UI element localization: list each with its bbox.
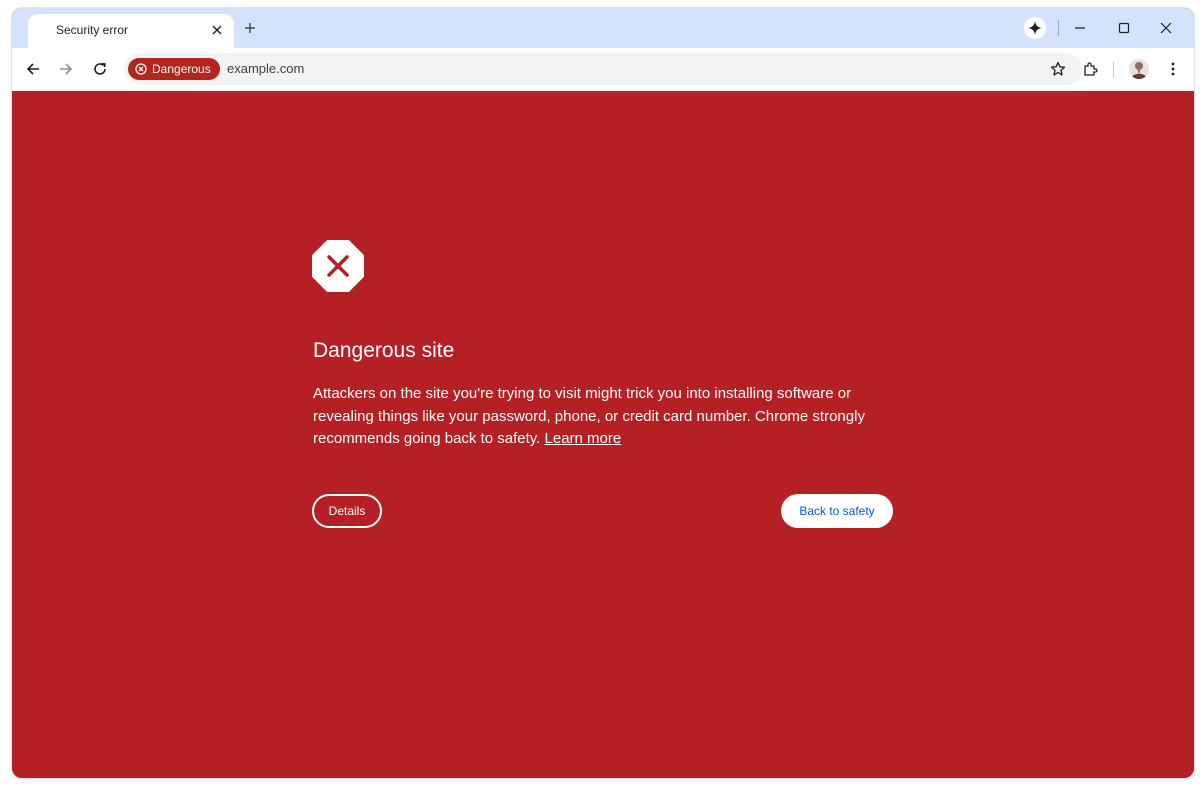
address-bar[interactable]: Dangerous example.com — [124, 53, 1082, 85]
minimize-icon — [1075, 27, 1085, 29]
danger-octagon-icon — [312, 240, 364, 292]
back-button[interactable] — [22, 58, 44, 80]
close-icon[interactable] — [208, 21, 226, 39]
error-circle-icon — [135, 63, 147, 75]
close-window-button[interactable] — [1156, 18, 1176, 38]
maximize-icon — [1118, 22, 1130, 34]
reload-icon — [94, 62, 106, 75]
browser-window: Security error Dangerous example.com Dan… — [12, 8, 1194, 778]
new-tab-button[interactable] — [240, 18, 260, 38]
more-vert-icon — [1171, 62, 1175, 76]
tab-strip: Security error — [12, 8, 1194, 48]
forward-button[interactable] — [55, 58, 77, 80]
sparkle-icon — [1028, 21, 1042, 35]
tab-title: Security error — [56, 23, 129, 37]
extensions-button[interactable] — [1079, 58, 1101, 80]
security-chip-label: Dangerous — [152, 62, 211, 76]
divider — [1113, 62, 1114, 78]
tab-security-error[interactable]: Security error — [28, 14, 234, 48]
toolbar: Dangerous example.com — [12, 48, 1194, 91]
close-icon — [1160, 22, 1172, 34]
puzzle-icon — [1084, 62, 1098, 76]
back-to-safety-button[interactable]: Back to safety — [781, 494, 893, 528]
learn-more-link[interactable]: Learn more — [545, 430, 622, 447]
url-text[interactable]: example.com — [227, 61, 304, 76]
page-title: Dangerous site — [313, 339, 455, 362]
arrow-left-icon — [26, 63, 39, 75]
warning-text: Attackers on the site you're trying to v… — [313, 383, 913, 451]
security-chip[interactable]: Dangerous — [128, 58, 220, 80]
details-button[interactable]: Details — [312, 494, 382, 528]
profile-avatar[interactable] — [1129, 59, 1149, 79]
reload-button[interactable] — [89, 58, 111, 80]
star-icon — [1050, 61, 1066, 76]
gemini-button[interactable] — [1024, 17, 1046, 39]
divider — [1058, 20, 1059, 36]
menu-button[interactable] — [1162, 58, 1184, 80]
interstitial-page: Dangerous site Attackers on the site you… — [12, 91, 1194, 778]
arrow-right-icon — [60, 63, 73, 75]
bookmark-button[interactable] — [1048, 59, 1068, 79]
maximize-button[interactable] — [1114, 18, 1134, 38]
minimize-button[interactable] — [1070, 18, 1090, 38]
